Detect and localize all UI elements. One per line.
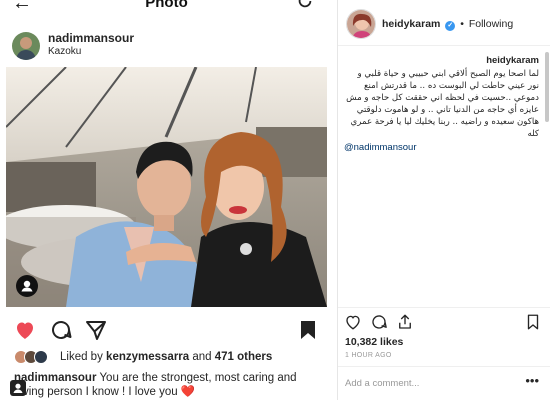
page-title: Photo [145, 0, 188, 11]
liker-username[interactable]: kenzymessarra [106, 351, 189, 363]
person-icon [21, 280, 33, 292]
bookmark-icon[interactable] [524, 313, 542, 331]
caption-username[interactable]: nadimmansour [14, 372, 96, 384]
comment-icon[interactable] [370, 313, 388, 331]
caption-text: لما اصحا يوم الصبح ألاقي ابني حبيبي و حي… [346, 69, 539, 139]
post-location[interactable]: Kazoku [48, 46, 81, 57]
liked-by-text: Liked by kenzymessarra and 471 others [60, 351, 272, 363]
heart-icon[interactable] [344, 313, 362, 331]
bookmark-icon[interactable] [296, 318, 320, 342]
desktop-post-header: heidykaram ✓ • Following [338, 0, 550, 46]
profile-icon[interactable] [10, 380, 26, 396]
post-photo[interactable] [6, 67, 327, 307]
desktop-post-panel: heidykaram ✓ • Following heidykaram لما … [337, 0, 550, 400]
caption-username[interactable]: heidykaram [344, 55, 539, 66]
share-icon[interactable] [84, 318, 108, 342]
avatar[interactable] [346, 9, 376, 39]
desktop-username[interactable]: heidykaram [382, 18, 440, 30]
upload-icon[interactable] [396, 313, 414, 331]
heart-emoji: ❤️ [180, 386, 196, 398]
verified-badge-icon: ✓ [445, 21, 456, 31]
header-line: heidykaram ✓ • Following [382, 18, 513, 31]
liked-by-prefix: Liked by [60, 351, 103, 363]
heart-icon[interactable] [13, 318, 37, 342]
more-options-icon[interactable]: ••• [525, 373, 539, 388]
liked-by-connector: and [192, 351, 212, 363]
comment-input[interactable]: Add a comment... [345, 378, 419, 389]
comment-icon[interactable] [49, 318, 73, 342]
scrollbar[interactable] [545, 52, 549, 122]
post-caption: nadimmansour You are the strongest, most… [14, 371, 324, 399]
refresh-icon[interactable] [296, 0, 314, 10]
tagged-users-badge[interactable] [16, 275, 38, 297]
mention-link[interactable]: @nadimmansour [344, 142, 539, 153]
top-navigation-bar: ← Photo [0, 0, 333, 14]
mobile-post-view: ← Photo nadimmansour Kazoku Liked by ken… [0, 0, 333, 400]
separator: • [460, 18, 464, 30]
comment-bar: Add a comment... ••• [338, 366, 550, 400]
post-timestamp: 1 HOUR AGO [345, 352, 392, 359]
post-header: nadimmansour Kazoku [0, 24, 333, 64]
post-username[interactable]: nadimmansour [48, 31, 134, 45]
post-actions [0, 315, 333, 345]
likes-summary: Liked by kenzymessarra and 471 others [14, 349, 333, 367]
liker-avatar[interactable] [34, 350, 48, 364]
desktop-caption-area: heidykaram لما اصحا يوم الصبح ألاقي ابني… [338, 47, 545, 307]
desktop-post-actions [338, 307, 550, 333]
likes-count[interactable]: 10,382 likes [345, 336, 403, 348]
follow-status-button[interactable]: Following [469, 18, 513, 30]
avatar[interactable] [12, 32, 40, 60]
liked-by-others[interactable]: 471 others [215, 351, 273, 363]
